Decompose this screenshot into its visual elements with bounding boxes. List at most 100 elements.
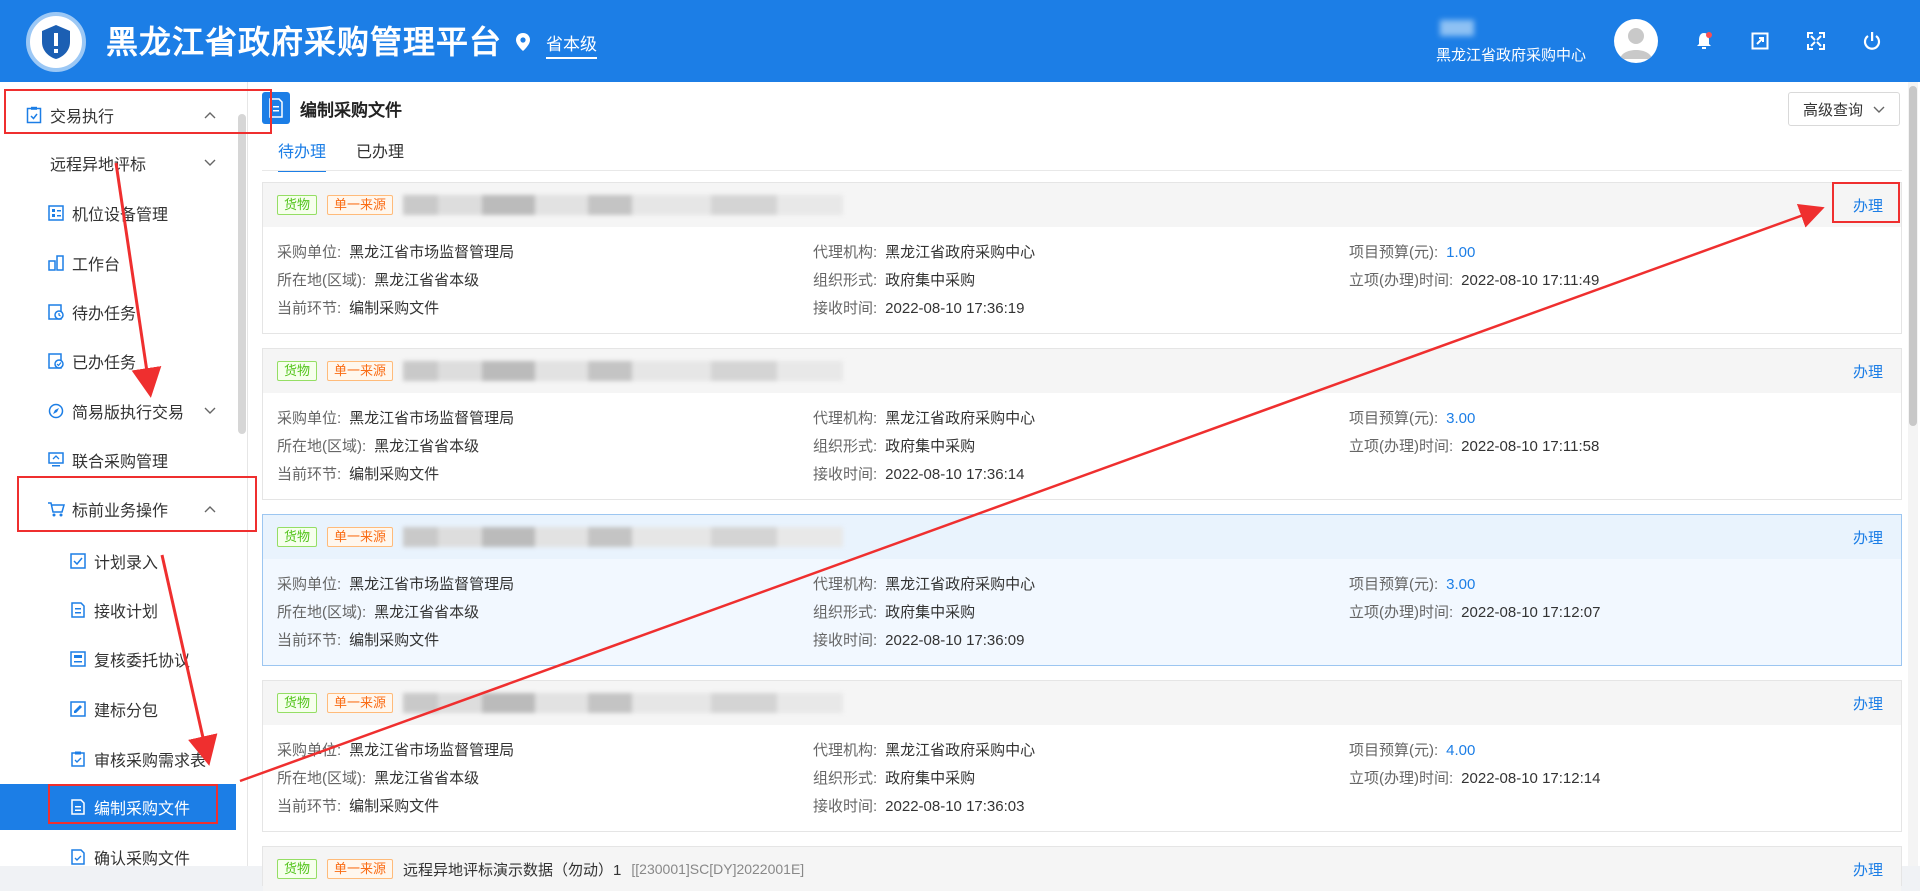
field-value: 黑龙江省政府采购中心 [885, 576, 1036, 593]
chevron-down-icon [204, 154, 216, 172]
card-body: 采购单位: 黑龙江省市场监督管理局 所在地(区域): 黑龙江省省本级 当前环节: 编制… [263, 559, 1901, 667]
field-label: 采购单位: [277, 742, 342, 759]
field-label: 采购单位: [277, 410, 342, 427]
field-budget: 项目预算(元): 1.00 [1349, 241, 1475, 262]
task-card-partial: 货物 单一来源 远程异地评标演示数据（勿动）1 [[230001]SC[DY]2… [262, 846, 1902, 891]
field-label: 组织形式: [813, 272, 878, 289]
location-pin-icon [516, 33, 530, 56]
sidebar-item-label: 已办任务 [72, 355, 137, 372]
advanced-query-dropdown[interactable]: 高级查询 [1788, 92, 1900, 126]
sidebar-item-todo-tasks[interactable]: 待办任务 [0, 289, 236, 335]
workbench-icon [46, 253, 66, 273]
sidebar-item-review-demand[interactable]: 审核采购需求表 [0, 736, 236, 782]
handle-link[interactable]: 办理 [1853, 859, 1883, 880]
field-value: 政府集中采购 [885, 770, 976, 787]
window-icon[interactable] [1748, 29, 1772, 53]
tag-method: 单一来源 [327, 195, 394, 215]
field-received: 接收时间: 2022-08-10 17:36:09 [813, 629, 1024, 650]
document-icon [68, 600, 88, 620]
field-value: 编制采购文件 [349, 300, 440, 317]
project-code: [[230001]SC[DY]2022001E] [631, 861, 805, 877]
field-agency: 代理机构: 黑龙江省政府采购中心 [813, 739, 1035, 760]
advanced-query-label: 高级查询 [1802, 101, 1863, 119]
card-body: 采购单位: 黑龙江省市场监督管理局 所在地(区域): 黑龙江省省本级 当前环节: 编制… [263, 393, 1901, 501]
sidebar-item-seat-devices[interactable]: 机位设备管理 [0, 190, 236, 236]
handle-link[interactable]: 办理 [1853, 361, 1883, 382]
sidebar-item-done-tasks[interactable]: 已办任务 [0, 338, 236, 384]
region-selector[interactable]: 省本级 [516, 30, 597, 59]
field-label: 立项(办理)时间: [1349, 272, 1454, 289]
sidebar-item-simple-trade[interactable]: 简易版执行交易 [0, 388, 236, 434]
sidebar-item-confirm-docs[interactable]: 确认采购文件 [0, 834, 236, 880]
field-label: 代理机构: [813, 410, 878, 427]
field-value: 2022-08-10 17:12:14 [1461, 770, 1601, 787]
tab-pending[interactable]: 待办理 [278, 138, 327, 172]
handle-link[interactable]: 办理 [1853, 527, 1883, 548]
field-location: 所在地(区域): 黑龙江省省本级 [277, 601, 479, 622]
field-value: 黑龙江省省本级 [374, 770, 480, 787]
sidebar-item-build-package[interactable]: 建标分包 [0, 686, 236, 732]
field-approved: 立项(办理)时间: 2022-08-10 17:11:49 [1349, 269, 1599, 290]
sidebar: 交易执行 远程异地评标 机位设备管理 工作台 待办任务 已办任务 简易版执行交易… [0, 82, 248, 868]
page-title: 编制采购文件 [300, 100, 402, 120]
field-value: 编制采购文件 [349, 466, 440, 483]
sidebar-item-label: 远程异地评标 [50, 157, 147, 174]
user-name-blurred [1440, 20, 1474, 36]
project-title-blurred [403, 693, 844, 713]
done-icon [46, 351, 66, 371]
user-org-name: 黑龙江省政府采购中心 [1436, 47, 1587, 64]
field-form: 组织形式: 政府集中采购 [813, 269, 975, 290]
tab-done[interactable]: 已办理 [356, 138, 404, 172]
field-label: 所在地(区域): [277, 438, 367, 455]
sidebar-item-label: 简易版执行交易 [72, 405, 185, 422]
sidebar-item-workbench[interactable]: 工作台 [0, 240, 236, 286]
field-location: 所在地(区域): 黑龙江省省本级 [277, 435, 479, 456]
tag-goods: 货物 [277, 527, 318, 547]
tag-method: 单一来源 [327, 361, 394, 381]
card-header: 货物 单一来源 办理 [263, 183, 1901, 227]
sidebar-item-receive-plan[interactable]: 接收计划 [0, 587, 236, 633]
sidebar-item-label: 审核采购需求表 [94, 753, 207, 770]
avatar[interactable] [1614, 19, 1658, 63]
device-list-icon [46, 203, 66, 223]
field-approved: 立项(办理)时间: 2022-08-10 17:11:58 [1349, 435, 1599, 456]
field-value: 2022-08-10 17:11:49 [1461, 272, 1600, 289]
tag-goods: 货物 [277, 859, 318, 879]
top-header: 黑龙江省政府采购管理平台 省本级 黑龙江省政府采购中心 [0, 0, 1920, 82]
field-purchaser: 采购单位: 黑龙江省市场监督管理局 [277, 573, 514, 594]
field-value: 政府集中采购 [885, 272, 976, 289]
sidebar-item-plan-entry[interactable]: 计划录入 [0, 538, 236, 584]
field-purchaser: 采购单位: 黑龙江省市场监督管理局 [277, 241, 514, 262]
field-budget: 项目预算(元): 4.00 [1349, 739, 1475, 760]
checked-box-icon [68, 551, 88, 571]
region-label[interactable]: 省本级 [546, 30, 597, 59]
handle-link[interactable]: 办理 [1853, 693, 1883, 714]
power-icon[interactable] [1860, 29, 1884, 53]
annotation-box-trade-execution [4, 89, 272, 134]
field-label: 项目预算(元): [1349, 410, 1439, 427]
sidebar-item-remote-bid-eval[interactable]: 远程异地评标 [0, 140, 236, 186]
sidebar-item-label: 计划录入 [94, 555, 159, 572]
field-label: 当前环节: [277, 300, 342, 317]
field-value: 3.00 [1446, 410, 1476, 427]
field-value: 编制采购文件 [349, 798, 440, 815]
emblem-logo [26, 12, 86, 72]
sidebar-scrollbar[interactable] [238, 114, 246, 434]
field-label: 采购单位: [277, 244, 342, 261]
fullscreen-icon[interactable] [1804, 29, 1828, 53]
project-title-blurred [403, 361, 844, 381]
app-title: 黑龙江省政府采购管理平台 [106, 24, 503, 60]
field-purchaser: 采购单位: 黑龙江省市场监督管理局 [277, 407, 514, 428]
field-label: 组织形式: [813, 770, 878, 787]
field-agency: 代理机构: 黑龙江省政府采购中心 [813, 407, 1035, 428]
field-label: 采购单位: [277, 576, 342, 593]
clipboard-check-icon [68, 749, 88, 769]
main-scrollbar-thumb[interactable] [1909, 86, 1917, 426]
field-label: 当前环节: [277, 466, 342, 483]
sidebar-item-review-agreement[interactable]: 复核委托协议 [0, 636, 236, 682]
field-form: 组织形式: 政府集中采购 [813, 767, 975, 788]
field-received: 接收时间: 2022-08-10 17:36:19 [813, 297, 1024, 318]
tag-method: 单一来源 [327, 693, 394, 713]
compass-icon [46, 401, 66, 421]
bell-icon[interactable] [1692, 29, 1716, 53]
